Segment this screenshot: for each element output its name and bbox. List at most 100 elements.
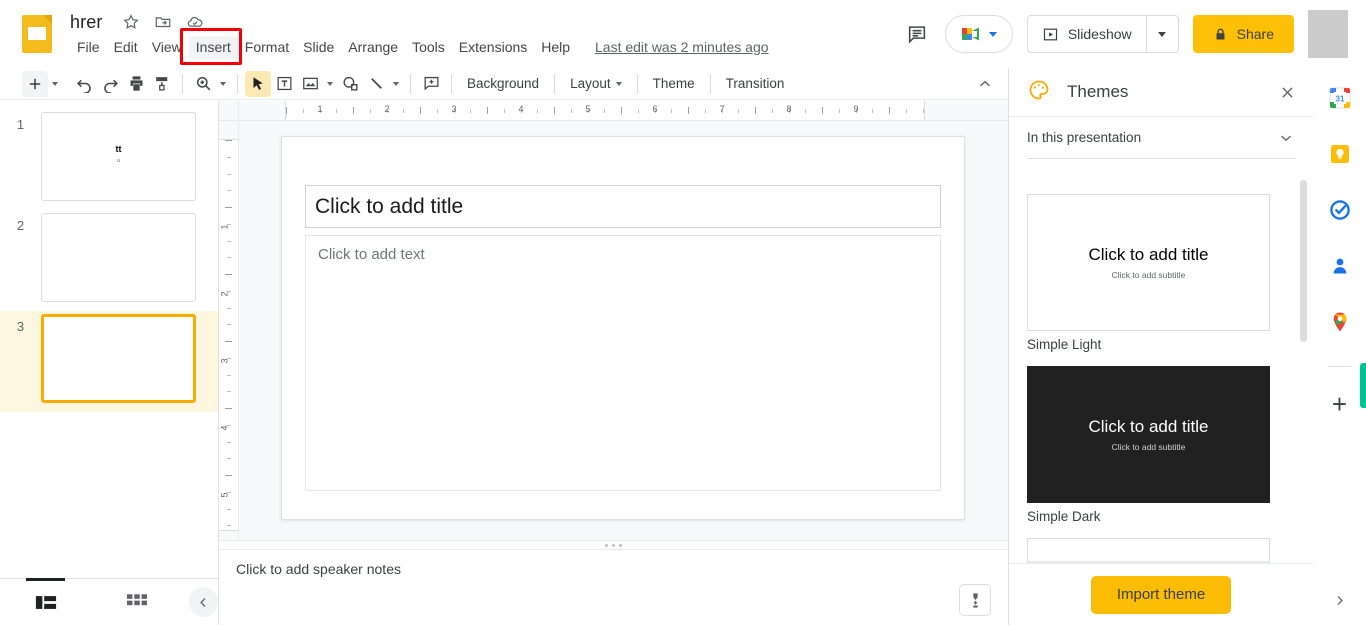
theme-thumbnail[interactable]: Click to add title Click to add subtitle (1027, 366, 1270, 503)
google-calendar-icon[interactable]: 31 (1328, 86, 1352, 110)
image-icon (302, 77, 318, 90)
zoom-dropdown[interactable] (216, 81, 230, 86)
share-button[interactable]: Share (1192, 15, 1294, 53)
new-slide-dropdown[interactable] (48, 81, 62, 86)
menu-insert[interactable]: Insert (188, 36, 238, 58)
slideshow-dropdown-button[interactable] (1145, 16, 1178, 52)
ruler-tick (286, 107, 287, 114)
ruler-tick (755, 107, 756, 114)
transition-button[interactable]: Transition (718, 72, 793, 95)
menu-slide[interactable]: Slide (296, 36, 341, 58)
slide-filmstrip[interactable]: 1 tt u 2 3 (0, 101, 219, 578)
themes-panel-header: Themes (1009, 68, 1313, 117)
grid-view-button[interactable] (91, 579, 182, 625)
meet-dropdown-caret[interactable] (989, 31, 998, 37)
themes-panel-footer: Import theme (1009, 563, 1313, 625)
filmstrip-bottom-bar (0, 578, 219, 625)
speaker-notes-field[interactable]: Click to add speaker notes (219, 550, 1008, 625)
ruler-tick (604, 109, 606, 113)
theme-card-simple-light[interactable]: Click to add title Click to add subtitle… (1027, 194, 1295, 352)
menu-file[interactable]: File (70, 36, 107, 58)
comment-history-icon[interactable] (901, 18, 933, 50)
title-placeholder[interactable]: Click to add title (305, 185, 941, 228)
menu-edit[interactable]: Edit (107, 36, 145, 58)
slide-preview[interactable] (41, 314, 196, 403)
collapse-filmstrip-button[interactable] (188, 587, 218, 617)
ruler-tick (353, 107, 354, 114)
explore-button[interactable] (959, 584, 991, 616)
slideshow-button[interactable]: Slideshow (1028, 16, 1146, 52)
expand-side-panel-button[interactable] (1325, 585, 1355, 615)
slide-preview[interactable] (41, 213, 196, 302)
theme-card-third[interactable] (1027, 538, 1295, 563)
google-tasks-icon[interactable] (1328, 198, 1352, 222)
close-themes-panel-button[interactable] (1273, 78, 1301, 106)
add-on-button[interactable]: + (1332, 391, 1347, 417)
zoom-button[interactable] (190, 71, 216, 97)
insert-image-button[interactable] (297, 71, 323, 97)
line-button[interactable] (363, 71, 389, 97)
star-icon[interactable] (122, 13, 140, 31)
theme-thumb-subtitle: Click to add subtitle (1111, 270, 1186, 280)
paint-format-button[interactable] (149, 71, 175, 97)
theme-name: Simple Dark (1027, 509, 1101, 524)
avatar[interactable] (1308, 10, 1348, 58)
theme-thumbnail[interactable] (1027, 538, 1270, 563)
cloud-saved-icon[interactable] (186, 13, 204, 31)
menu-arrange[interactable]: Arrange (341, 36, 405, 58)
side-panel-peek[interactable] (1360, 363, 1366, 408)
slide-preview[interactable]: tt u (41, 112, 196, 201)
print-icon (130, 76, 142, 91)
close-icon (1281, 86, 1293, 98)
redo-button[interactable] (97, 71, 123, 97)
themes-panel-scrollbar[interactable] (1300, 180, 1307, 342)
ruler-tick (227, 441, 231, 443)
ruler-tick (570, 109, 572, 113)
ruler-tick (302, 109, 304, 113)
menu-format[interactable]: Format (238, 36, 296, 58)
new-slide-button[interactable] (22, 70, 48, 97)
import-theme-button[interactable]: Import theme (1090, 575, 1232, 614)
ruler-label: 3 (451, 104, 457, 114)
document-title[interactable]: hrer (70, 12, 102, 33)
select-tool-button[interactable] (245, 70, 271, 97)
google-meet-button[interactable] (944, 15, 1013, 53)
slide-thumbnail-2[interactable]: 2 (0, 210, 218, 311)
active-slide-canvas[interactable]: Click to add title Click to add text (281, 136, 965, 520)
body-placeholder[interactable]: Click to add text (305, 235, 941, 491)
filmstrip-view-button[interactable] (0, 578, 91, 625)
slide-thumbnail-1[interactable]: 1 tt u (0, 109, 218, 210)
theme-button[interactable]: Theme (645, 72, 703, 95)
theme-thumbnail[interactable]: Click to add title Click to add subtitle (1027, 194, 1270, 331)
last-edit-link[interactable]: Last edit was 2 minutes ago (595, 39, 769, 55)
line-dropdown[interactable] (389, 81, 403, 86)
google-contacts-icon[interactable] (1328, 254, 1352, 278)
undo-button[interactable] (71, 71, 97, 97)
add-comment-button[interactable] (418, 71, 444, 97)
textbox-icon (277, 76, 291, 91)
slide-thumbnail-3[interactable]: 3 (0, 311, 218, 412)
theme-source-select[interactable]: In this presentation (1027, 117, 1295, 159)
menu-view[interactable]: View (145, 36, 189, 58)
theme-card-simple-dark[interactable]: Click to add title Click to add subtitle… (1027, 366, 1295, 524)
menu-extensions[interactable]: Extensions (452, 36, 534, 58)
redo-icon (103, 79, 118, 93)
print-button[interactable] (123, 71, 149, 97)
theme-list[interactable]: Click to add title Click to add subtitle… (1009, 180, 1313, 563)
notes-splitter-handle[interactable] (219, 540, 1008, 550)
image-dropdown[interactable] (323, 81, 337, 86)
menu-help[interactable]: Help (534, 36, 577, 58)
theme-thumb-title: Click to add title (1088, 417, 1209, 436)
menu-tools[interactable]: Tools (405, 36, 452, 58)
ruler-tick (369, 109, 371, 113)
layout-button[interactable]: Layout (562, 72, 630, 95)
background-button[interactable]: Background (459, 72, 547, 95)
google-keep-icon[interactable] (1328, 142, 1352, 166)
google-slides-logo[interactable] (22, 15, 52, 53)
google-maps-icon[interactable] (1328, 310, 1352, 334)
shape-button[interactable] (337, 71, 363, 97)
text-box-button[interactable] (271, 71, 297, 97)
move-to-folder-icon[interactable] (154, 13, 172, 31)
collapse-toolbar-button[interactable] (972, 71, 998, 97)
ruler-tick (227, 257, 231, 259)
